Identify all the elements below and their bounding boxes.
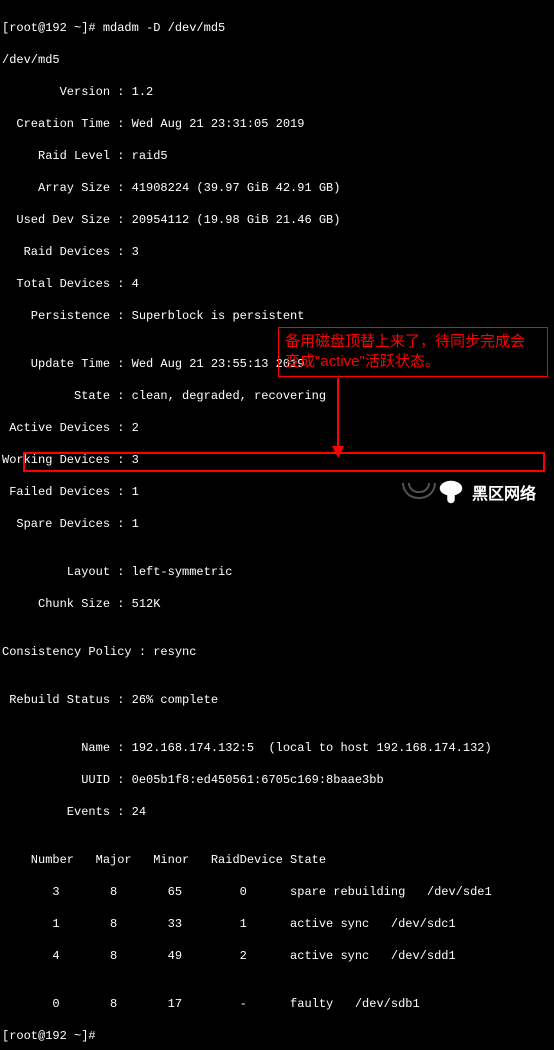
field-state: State : clean, degraded, recovering: [2, 388, 552, 404]
device-table-header: Number Major Minor RaidDevice State: [2, 852, 552, 868]
device-table-row: 4 8 49 2 active sync /dev/sdd1: [2, 948, 552, 964]
field-version: Version : 1.2: [2, 84, 552, 100]
field-events: Events : 24: [2, 804, 552, 820]
annotation-line: 备用磁盘顶替上来了，待同步完成会: [285, 332, 541, 352]
field-rebuild-status: Rebuild Status : 26% complete: [2, 692, 552, 708]
command-line: [root@192 ~]# mdadm -D /dev/md5: [2, 20, 552, 36]
field-total-devices: Total Devices : 4: [2, 276, 552, 292]
field-used-dev-size: Used Dev Size : 20954112 (19.98 GiB 21.4…: [2, 212, 552, 228]
field-name: Name : 192.168.174.132:5 (local to host …: [2, 740, 552, 756]
field-array-size: Array Size : 41908224 (39.97 GiB 42.91 G…: [2, 180, 552, 196]
field-active-devices: Active Devices : 2: [2, 420, 552, 436]
watermark-text: 黑区网络: [472, 480, 536, 504]
field-raid-level: Raid Level : raid5: [2, 148, 552, 164]
annotation-callout: 备用磁盘顶替上来了，待同步完成会 变成"active"活跃状态。: [278, 327, 548, 377]
field-layout: Layout : left-symmetric: [2, 564, 552, 580]
prompt-line[interactable]: [root@192 ~]#: [2, 1028, 552, 1044]
field-raid-devices: Raid Devices : 3: [2, 244, 552, 260]
field-working-devices: Working Devices : 3: [2, 452, 552, 468]
field-uuid: UUID : 0e05b1f8:ed450561:6705c169:8baae3…: [2, 772, 552, 788]
device-table-row: 1 8 33 1 active sync /dev/sdc1: [2, 916, 552, 932]
field-persistence: Persistence : Superblock is persistent: [2, 308, 552, 324]
field-chunk-size: Chunk Size : 512K: [2, 596, 552, 612]
watermark: 黑区网络: [436, 477, 536, 507]
field-spare-devices: Spare Devices : 1: [2, 516, 552, 532]
device-table-row: 3 8 65 0 spare rebuilding /dev/sde1: [2, 884, 552, 900]
device-path: /dev/md5: [2, 52, 552, 68]
terminal-output: [root@192 ~]# mdadm -D /dev/md5 /dev/md5…: [0, 0, 554, 1050]
annotation-line: 变成"active"活跃状态。: [285, 352, 541, 372]
mushroom-icon: [436, 477, 466, 507]
field-creation-time: Creation Time : Wed Aug 21 23:31:05 2019: [2, 116, 552, 132]
field-consistency-policy: Consistency Policy : resync: [2, 644, 552, 660]
device-table-row: 0 8 17 - faulty /dev/sdb1: [2, 996, 552, 1012]
